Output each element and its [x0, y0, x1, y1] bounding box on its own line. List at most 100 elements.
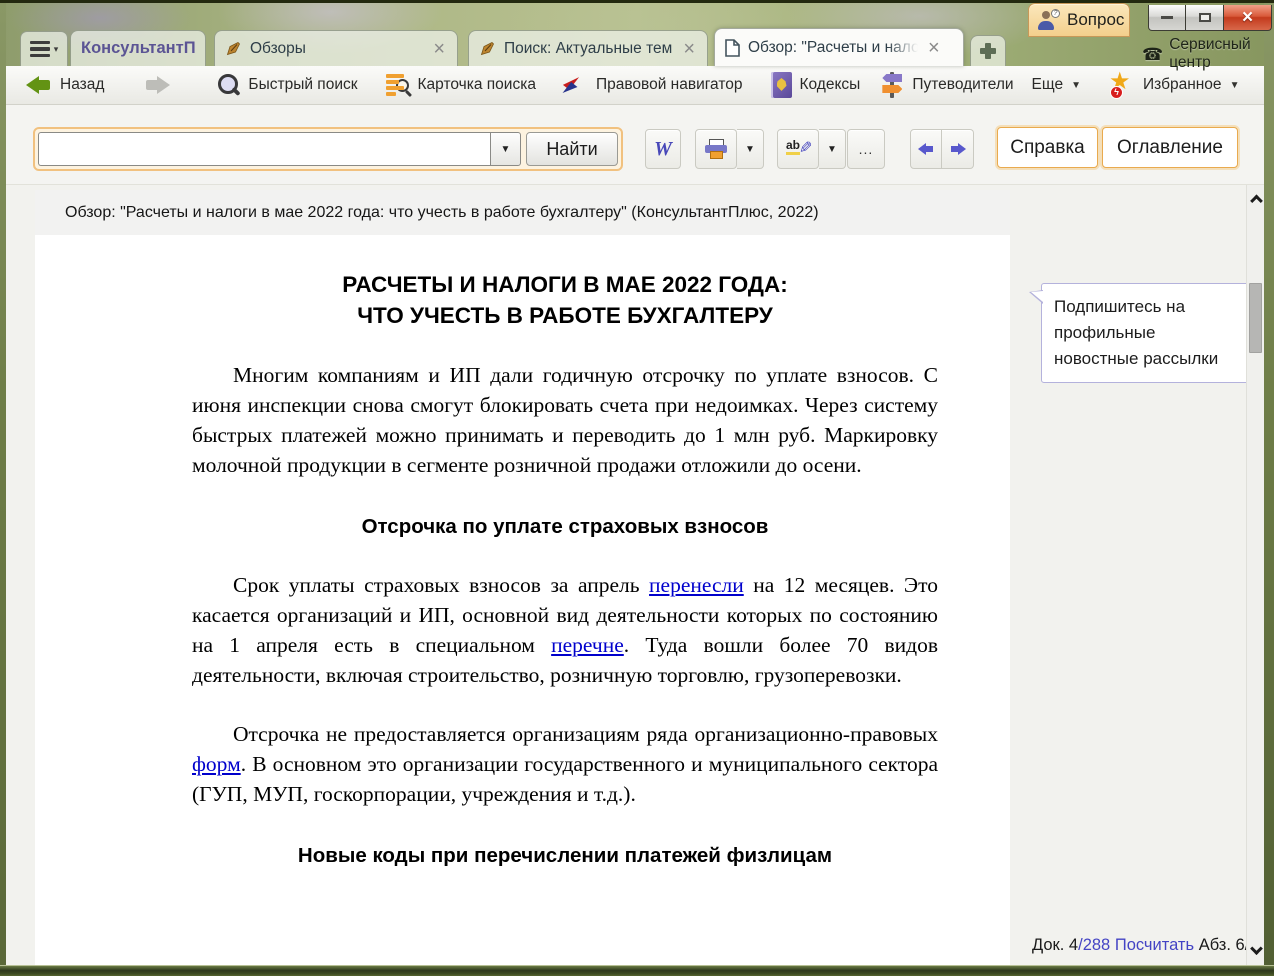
back-button[interactable]: Назад	[20, 72, 110, 98]
quick-search-button[interactable]: Быстрый поиск	[210, 69, 363, 101]
window-border-left	[0, 3, 6, 965]
tab-label: Поиск: Актуальные темы	[504, 40, 673, 58]
codes-label: Кодексы	[800, 76, 861, 94]
doc-link[interactable]: форм	[192, 752, 241, 776]
chevron-down-icon: ▼	[501, 144, 511, 155]
scroll-up-button[interactable]	[1247, 187, 1265, 211]
close-tab-icon[interactable]: ×	[431, 39, 447, 59]
star-icon: ★ ϟ	[1109, 72, 1135, 98]
paragraph: Отсрочка не предоставляется организациям…	[192, 719, 938, 809]
highlight-options-button[interactable]: ▼	[819, 129, 846, 169]
tab-reviews[interactable]: Обзоры ×	[214, 30, 458, 66]
codes-button[interactable]: Кодексы	[765, 68, 867, 102]
tab-search-topics[interactable]: Поиск: Актуальные темы ×	[468, 30, 708, 66]
search-box: ▼ Найти	[33, 127, 623, 171]
document-header-title: Обзор: "Расчеты и налоги в мае 2022 года…	[65, 204, 819, 222]
more-menu-button[interactable]: Еще ▼	[1026, 72, 1087, 98]
window-controls: ×	[1148, 5, 1272, 31]
window-border-right	[1264, 3, 1274, 965]
help-button[interactable]: Справка	[997, 127, 1098, 168]
previous-fragment-button[interactable]	[910, 129, 942, 169]
compass-icon	[564, 73, 588, 97]
chevron-up-icon	[1250, 194, 1263, 207]
service-center-label: Сервисный центр	[1169, 36, 1274, 72]
minimize-button[interactable]	[1148, 5, 1186, 31]
count-link[interactable]: Посчитать	[1115, 936, 1194, 954]
highlight-button[interactable]: ab ✎	[777, 129, 819, 169]
chevron-down-icon: ▼	[827, 144, 837, 155]
print-button[interactable]	[695, 129, 737, 169]
doc-link[interactable]: перечне	[551, 633, 624, 657]
more-label: Еще	[1032, 76, 1064, 94]
forward-button[interactable]	[138, 72, 176, 98]
chevron-down-icon: ▼	[1071, 80, 1081, 91]
doc-text: Отсрочка не предоставляется организациям…	[233, 722, 938, 746]
chevron-down-icon: ▼	[745, 144, 755, 155]
close-button[interactable]: ×	[1224, 5, 1272, 31]
subscribe-bubble[interactable]: Подпишитесь на профильные новостные расс…	[1041, 283, 1249, 383]
document-header: Обзор: "Расчеты и налоги в мае 2022 года…	[35, 190, 1010, 235]
subscribe-bubble-text: Подпишитесь на профильные новостные расс…	[1054, 297, 1218, 368]
toolbar: Назад Быстрый поиск Карточка поиска Прав…	[6, 66, 1264, 105]
scrollbar-thumb[interactable]	[1249, 283, 1262, 353]
new-tab-button[interactable]	[970, 35, 1006, 66]
status-bar: Док. 4/288 Посчитать Абз. 6/	[1032, 936, 1246, 955]
arrow-right-icon	[950, 143, 966, 155]
minimize-icon	[1161, 16, 1173, 19]
find-button[interactable]: Найти	[526, 132, 618, 166]
main-menu-button[interactable]: ▾	[20, 31, 68, 66]
paragraph-counter: Абз. 6/	[1199, 936, 1246, 954]
guides-label: Путеводители	[912, 76, 1013, 94]
question-button[interactable]: ? Вопрос	[1028, 3, 1130, 37]
scroll-down-button[interactable]	[1247, 939, 1265, 963]
search-card-button[interactable]: Карточка поиска	[380, 69, 542, 101]
search-icon	[216, 73, 240, 97]
menu-caret-icon: ▾	[54, 44, 59, 55]
export-word-button[interactable]: W	[645, 129, 681, 169]
right-panel: Подпишитесь на профильные новостные расс…	[1010, 185, 1246, 965]
guides-button[interactable]: Путеводители	[874, 68, 1019, 102]
chevron-down-icon: ▼	[1230, 80, 1240, 91]
arrow-left-icon	[918, 143, 934, 155]
doc-link[interactable]: перенесли	[649, 573, 744, 597]
legal-navigator-label: Правовой навигатор	[596, 76, 743, 94]
document-body: РАСЧЕТЫ И НАЛОГИ В МАЕ 2022 ГОДА: ЧТО УЧ…	[35, 235, 1010, 868]
paragraph: Срок уплаты страховых взносов за апрель …	[192, 570, 938, 690]
phone-icon: ☎	[1142, 46, 1163, 63]
favorites-button[interactable]: ★ ϟ Избранное ▼	[1103, 68, 1245, 102]
more-actions-button[interactable]: ...	[847, 129, 885, 169]
bubble-tail	[1029, 290, 1043, 304]
tab-label: Обзор: "Расчеты и налоги в м	[748, 39, 918, 57]
brand-tab[interactable]: КонсультантПлюс	[70, 30, 206, 66]
doc-text: Срок уплаты страховых взносов за апрель	[233, 573, 649, 597]
close-tab-icon[interactable]: ×	[926, 38, 942, 58]
close-icon: ×	[1242, 8, 1253, 27]
doc-text: Многим компаниям и ИП дали годичную отср…	[192, 363, 938, 477]
search-input[interactable]	[38, 132, 490, 166]
person-icon: ?	[1038, 9, 1060, 31]
hamburger-icon	[30, 41, 50, 58]
vertical-scrollbar[interactable]	[1246, 185, 1264, 965]
chevron-down-icon	[1250, 942, 1263, 955]
legal-navigator-button[interactable]: Правовой навигатор	[558, 69, 749, 101]
tab-review-active[interactable]: Обзор: "Расчеты и налоги в м ×	[714, 28, 964, 66]
toc-button[interactable]: Оглавление	[1102, 127, 1238, 168]
doc-text: . В основном это организации государстве…	[192, 752, 938, 806]
main-area: Обзор: "Расчеты и налоги в мае 2022 года…	[6, 185, 1264, 965]
search-dropdown-button[interactable]: ▼	[490, 132, 521, 166]
brand-label: КонсультантПлюс	[81, 39, 195, 58]
next-fragment-button[interactable]	[942, 129, 974, 169]
close-tab-icon[interactable]: ×	[681, 39, 697, 59]
codex-book-icon	[771, 72, 792, 98]
service-center[interactable]: ☎ Сервисный центр	[1142, 36, 1274, 72]
print-options-button[interactable]: ▼	[737, 129, 764, 169]
paragraph-intro: Многим компаниям и ИП дали годичную отср…	[192, 360, 938, 480]
section-heading: Отсрочка по уплате страховых взносов	[192, 515, 938, 539]
maximize-button[interactable]	[1186, 5, 1224, 31]
document-panel: Обзор: "Расчеты и налоги в мае 2022 года…	[35, 190, 1010, 965]
section-heading: Новые коды при перечислении платежей физ…	[192, 844, 938, 868]
search-panel: ▼ Найти W ▼ ab ✎ ▼ ... Справка Оглавлени…	[6, 105, 1264, 185]
plus-icon	[980, 43, 996, 59]
forward-arrow-icon	[144, 76, 170, 94]
printer-icon	[705, 139, 727, 159]
